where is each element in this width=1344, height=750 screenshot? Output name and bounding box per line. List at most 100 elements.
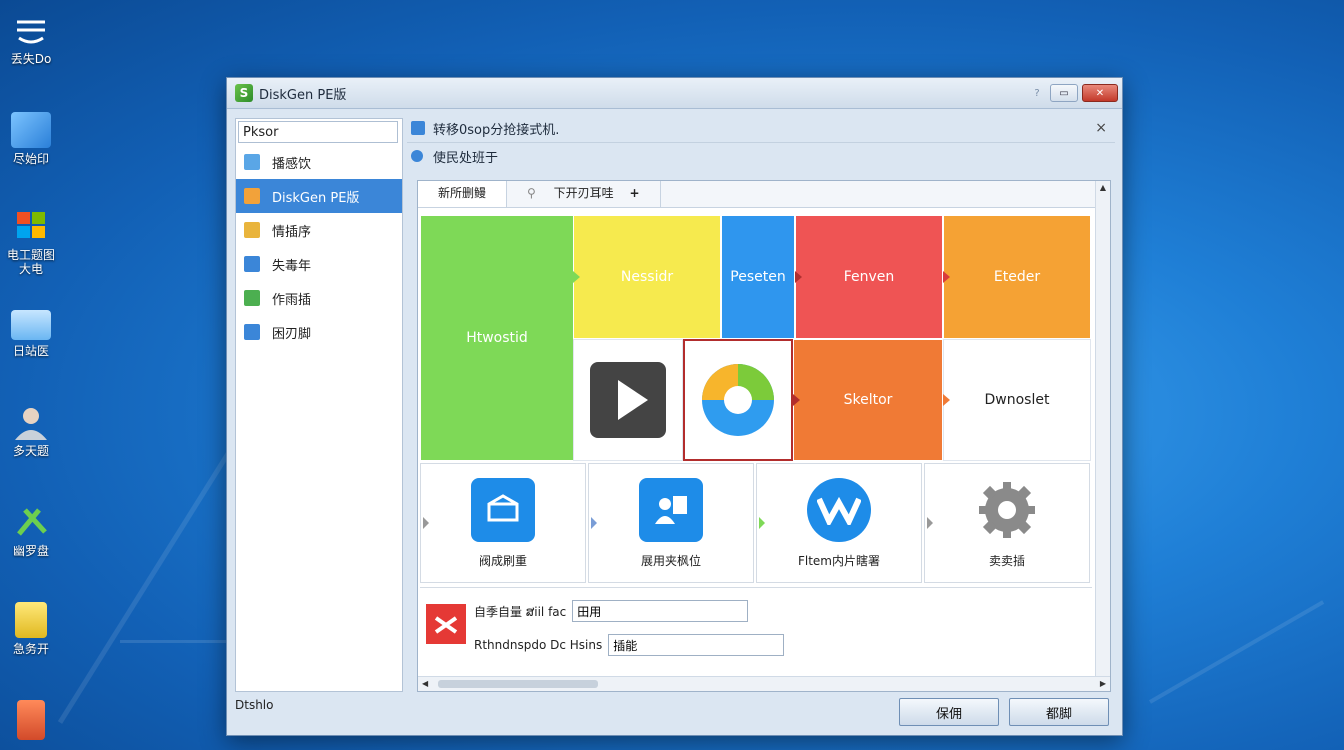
help-button[interactable]: ? — [1028, 85, 1046, 101]
user-card-icon — [639, 477, 703, 542]
arrow-icon — [423, 517, 429, 529]
window-titlebar[interactable]: S DiskGen PE版 ? ▭ ✕ — [227, 78, 1122, 109]
tool-cell-2[interactable]: Fltem内片瞎署 — [756, 463, 922, 583]
tile-notch — [793, 394, 800, 406]
sidebar-item-0[interactable]: 播感饮 — [236, 145, 402, 179]
tab-1[interactable]: ⚲ 下开刃耳哇 + — [507, 181, 661, 207]
video-tile[interactable] — [573, 339, 683, 461]
sidebar-item-4[interactable]: 作雨插 — [236, 281, 402, 315]
image-icon — [244, 154, 260, 170]
tile-5[interactable]: Skeltor — [793, 339, 943, 461]
desktop-icon-app[interactable] — [0, 700, 62, 744]
desktop-icon-computer[interactable]: 尽始印 — [0, 112, 62, 166]
form-label-1: 自季自量 ສiil fac — [474, 604, 567, 619]
horizontal-scrollbar[interactable]: ◀ ▶ — [418, 676, 1110, 691]
sidebar-item-label: 困刃脚 — [272, 326, 312, 342]
sidebar-item-label: DiskGen PE版 — [272, 190, 360, 206]
sidebar-item-label: 情插序 — [272, 224, 312, 240]
status-text: Dtshlo — [235, 698, 274, 712]
sidebar-item-diskgen[interactable]: DiskGen PE版 — [236, 179, 402, 213]
form-row-2: Rthndnspdo Dc Hsins — [474, 634, 785, 656]
tile-label: Nessidr — [620, 269, 674, 285]
tile-2[interactable]: Peseten — [721, 215, 795, 339]
ok-button[interactable]: 保佣 — [899, 698, 999, 726]
grid-icon — [244, 290, 260, 306]
arrow-icon — [759, 517, 765, 529]
network-icon — [11, 12, 51, 48]
desktop-icon-tools[interactable]: 幽罗盘 — [0, 504, 62, 558]
add-tab-button[interactable]: + — [629, 186, 639, 200]
browser-tile[interactable] — [683, 339, 793, 461]
app-icon — [17, 700, 45, 740]
desktop-icon-label: 日站医 — [12, 344, 49, 358]
vertical-scrollbar[interactable]: ▲ — [1095, 181, 1110, 677]
tile-label: Skeltor — [843, 392, 893, 408]
minimize-button[interactable]: ▭ — [1050, 84, 1078, 102]
sidebar-item-2[interactable]: 情插序 — [236, 213, 402, 247]
main-panel: 转移0sop分抢接式机. × 使民处班于 新所删鳗 ⚲ 下开刃耳哇 + Htwo… — [407, 114, 1115, 694]
sidebar-item-3[interactable]: 失毒年 — [236, 247, 402, 281]
scroll-left-icon[interactable]: ◀ — [422, 677, 428, 691]
panel-header: 转移0sop分抢接式机. × — [407, 114, 1115, 143]
tool-cell-1[interactable]: 展用夹枫位 — [588, 463, 754, 583]
tile-4[interactable]: Eteder — [943, 215, 1091, 339]
tile-notch — [943, 271, 950, 283]
desktop-icon-label: 大电 — [18, 262, 43, 276]
box-icon — [471, 477, 535, 542]
desktop-icon-label: 幽罗盘 — [12, 544, 49, 558]
scroll-up-icon[interactable]: ▲ — [1096, 181, 1110, 195]
play-icon — [590, 362, 666, 438]
form-section: 自季自量 ສiil fac Rthndnspdo Dc Hsins — [420, 587, 1092, 676]
tab-0[interactable]: 新所删鳗 — [418, 181, 508, 207]
tile-label: Htwostid — [466, 330, 528, 346]
form-row-1: 自季自量 ສiil fac — [474, 600, 749, 622]
desktop-icon-label: 尽始印 — [12, 152, 49, 166]
tool-cell-3[interactable]: 卖卖插 — [924, 463, 1090, 583]
tile-area: 新所删鳗 ⚲ 下开刃耳哇 + Htwostid Nessidr Peseten — [417, 180, 1111, 692]
sidebar-search-input[interactable] — [238, 121, 398, 143]
close-button[interactable]: ✕ — [1082, 84, 1118, 102]
panel-subheader: 使民处班于 — [407, 143, 1115, 169]
desktop-icon-windows[interactable]: 电工题图 大电 — [0, 208, 62, 276]
tile-6[interactable]: Dwnoslet — [943, 339, 1091, 461]
panel-close-button[interactable]: × — [1095, 120, 1107, 136]
browser-logo-icon — [702, 364, 774, 436]
tile-1[interactable]: Nessidr — [573, 215, 721, 339]
desktop-icon-label: 电工题图 — [6, 248, 55, 262]
desktop-icon-user[interactable]: 多天题 — [0, 404, 62, 458]
tab-label: 下开刃耳哇 — [553, 186, 614, 200]
desktop-icon-toolbox[interactable]: 急务开 — [0, 602, 62, 656]
tools-icon — [11, 504, 51, 540]
tile-label: Fenven — [843, 269, 895, 285]
desktop-icon-network[interactable]: 丢失Do — [0, 12, 62, 66]
monitor-icon — [11, 310, 51, 340]
tab-bar: 新所删鳗 ⚲ 下开刃耳哇 + — [418, 181, 1110, 208]
tile-label: Peseten — [730, 269, 786, 285]
panel-header-title: 转移0sop分抢接式机. — [433, 122, 560, 138]
tile-notch — [795, 271, 802, 283]
header-icon — [411, 121, 425, 135]
tool-label: 阀成刷重 — [478, 553, 527, 568]
desktop-icon-monitor[interactable]: 日站医 — [0, 310, 62, 358]
info-icon — [411, 150, 423, 162]
tile-notch — [573, 271, 580, 283]
desktop-icon-label: 丢失Do — [10, 52, 52, 66]
sidebar-item-5[interactable]: 困刃脚 — [236, 315, 402, 349]
sidebar-item-label: 播感饮 — [272, 156, 312, 172]
tool-cell-0[interactable]: 阀成刷重 — [420, 463, 586, 583]
computer-icon — [11, 112, 51, 148]
scroll-right-icon[interactable]: ▶ — [1100, 677, 1106, 691]
tool-label: 展用夹枫位 — [640, 553, 701, 568]
form-field-2[interactable] — [608, 634, 785, 656]
form-field-1[interactable] — [572, 600, 749, 622]
desktop-icon-label: 急务开 — [12, 642, 49, 656]
toolbox-icon — [15, 602, 47, 638]
scrollbar-thumb[interactable] — [438, 680, 598, 688]
diskgen-logo-icon: S — [235, 84, 253, 102]
arrow-icon — [927, 517, 933, 529]
tile-0[interactable]: Htwostid — [420, 215, 574, 461]
tile-3[interactable]: Fenven — [795, 215, 943, 339]
desktop-light-streak — [1149, 600, 1325, 704]
cancel-button[interactable]: 都脚 — [1009, 698, 1109, 726]
user-icon — [11, 404, 51, 440]
